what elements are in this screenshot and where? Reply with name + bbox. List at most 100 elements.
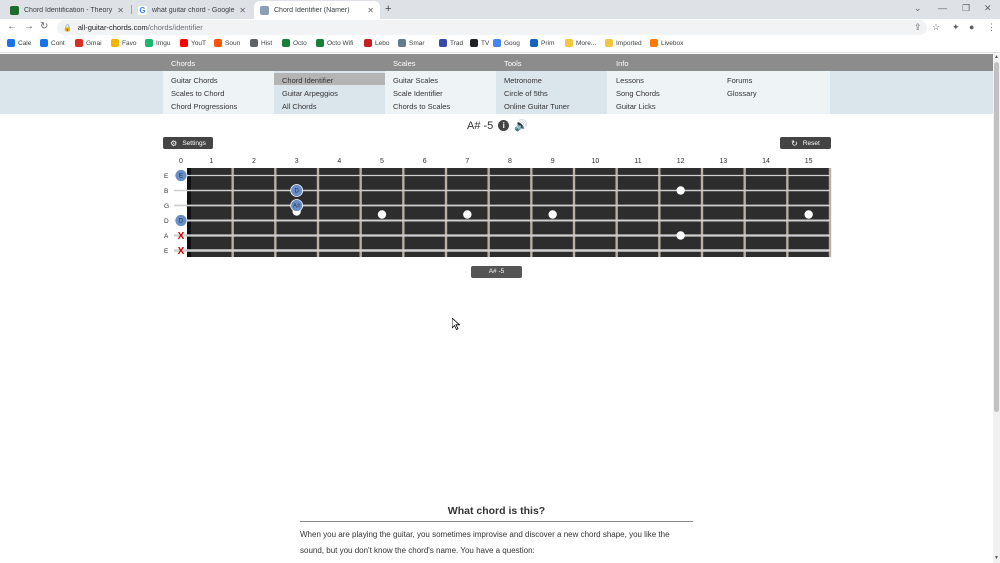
- browser-tab-2[interactable]: G what guitar chord - Google Search ✕: [132, 1, 252, 19]
- menu-icon[interactable]: ⋮: [987, 22, 996, 33]
- nav-link-scales-to-chord[interactable]: Scales to Chord: [171, 89, 224, 98]
- extensions-icon[interactable]: ✦: [952, 22, 960, 33]
- info-icon[interactable]: i: [498, 120, 510, 131]
- bookmark-item[interactable]: Livebox: [650, 39, 683, 47]
- bookmark-item[interactable]: YouT: [180, 39, 206, 47]
- lock-icon[interactable]: 🔒: [63, 24, 72, 32]
- fretboard[interactable]: 0 1 2 3 4 5 6 7 8 9 10 11 12 13 14 15EBGDAEXXEDA#D: [160, 152, 832, 260]
- nav-category-info[interactable]: Info: [616, 59, 629, 68]
- bookmark-item[interactable]: Favo: [111, 39, 136, 47]
- close-window-icon[interactable]: ✕: [984, 3, 992, 14]
- browser-tab-bar: Chord Identification - Theory and... ✕ G…: [0, 0, 1000, 19]
- tab-favicon: [260, 5, 269, 15]
- nav-link-chords-to-scales[interactable]: Chords to Scales: [393, 102, 450, 111]
- tab-title: Chord Identification - Theory and...: [24, 6, 113, 14]
- bookmark-item[interactable]: TV: [470, 39, 489, 47]
- string-name: E: [164, 248, 169, 255]
- bookmark-item[interactable]: Imgu: [145, 39, 170, 47]
- nav-link-metronome[interactable]: Metronome: [504, 76, 542, 85]
- nav-category-chords[interactable]: Chords: [171, 59, 195, 68]
- nav-category-tools[interactable]: Tools: [504, 59, 522, 68]
- url-bar[interactable]: 🔒 all-guitar-chords.com/chords/identifie…: [57, 20, 927, 35]
- settings-button[interactable]: ⚙ Settings: [163, 137, 213, 149]
- bookmark-item[interactable]: Cont: [40, 39, 65, 47]
- profile-icon[interactable]: ●: [969, 22, 974, 32]
- nav-link-guitar-licks[interactable]: Guitar Licks: [616, 102, 656, 111]
- scroll-thumb[interactable]: [994, 62, 999, 412]
- fret-wire: [786, 168, 789, 257]
- fret-number: 1: [209, 158, 213, 165]
- nav-link-chord-identifier[interactable]: Chord Identifier: [282, 76, 333, 85]
- fret-number: 0: [179, 158, 183, 165]
- forward-icon[interactable]: →: [24, 21, 34, 32]
- bookmark-icon: [111, 39, 119, 47]
- fret-number: 13: [719, 158, 727, 165]
- chord-title: A# -5 i 🔊: [467, 119, 528, 133]
- bookmark-item[interactable]: Trad: [439, 39, 463, 47]
- nav-link-all-chords[interactable]: All Chords: [282, 102, 317, 111]
- restore-icon[interactable]: ❐: [962, 3, 970, 14]
- bookmark-item[interactable]: Goog: [493, 39, 520, 47]
- bookmark-item[interactable]: Octo Wifi: [316, 39, 353, 47]
- chord-note-label: D: [179, 219, 184, 225]
- nav-link-song-chords[interactable]: Song Chords: [616, 89, 660, 98]
- nav-link-guitar-scales[interactable]: Guitar Scales: [393, 76, 438, 85]
- nav-category-scales[interactable]: Scales: [393, 59, 416, 68]
- bookmark-item[interactable]: Cale: [7, 39, 31, 47]
- fret-number: 12: [677, 158, 685, 165]
- bookmark-item[interactable]: Gmai: [75, 39, 102, 47]
- bookmark-item[interactable]: More...: [565, 39, 596, 47]
- string-name: B: [164, 188, 168, 195]
- string-name: D: [164, 218, 169, 225]
- bookmark-label: Prim: [541, 39, 555, 47]
- reset-label: Reset: [802, 139, 820, 147]
- new-tab-button[interactable]: +: [385, 3, 391, 15]
- bookmark-label: Hist: [261, 39, 273, 47]
- nav-link-guitar-chords[interactable]: Guitar Chords: [171, 76, 218, 85]
- url-host: all-guitar-chords.com: [77, 23, 148, 32]
- bookmark-item[interactable]: Imported: [605, 39, 642, 47]
- speaker-icon[interactable]: 🔊: [514, 119, 528, 132]
- nav-link-lessons[interactable]: Lessons: [616, 76, 644, 85]
- browser-tab-3-active[interactable]: Chord Identifier (Namer) ✕: [254, 1, 380, 19]
- fret-number: 7: [465, 158, 469, 165]
- nav-link-scale-identifier[interactable]: Scale Identifier: [393, 89, 443, 98]
- fret-number: 3: [295, 158, 299, 165]
- nav-link-chord-progressions[interactable]: Chord Progressions: [171, 102, 237, 111]
- article-paragraph: When you are playing the guitar, you som…: [300, 530, 670, 555]
- bookmark-star-icon[interactable]: ☆: [932, 22, 940, 33]
- fret-wire: [359, 168, 362, 257]
- nav-link-circle-of-5ths[interactable]: Circle of 5ths: [504, 89, 548, 98]
- scroll-down-arrow[interactable]: ▼: [993, 555, 1000, 563]
- reload-icon[interactable]: ↻: [40, 21, 48, 32]
- close-icon[interactable]: ✕: [117, 6, 124, 15]
- close-icon[interactable]: ✕: [367, 6, 374, 15]
- bookmark-item[interactable]: Lebo: [364, 39, 389, 47]
- nav-link-guitar-arpeggios[interactable]: Guitar Arpeggios: [282, 89, 338, 98]
- tab-favicon: [10, 5, 19, 15]
- minimize-icon[interactable]: —: [938, 3, 947, 13]
- bookmark-icon: [364, 39, 372, 47]
- bookmark-label: Smar: [409, 39, 425, 47]
- bookmark-item[interactable]: Prim: [530, 39, 554, 47]
- bookmark-icon: [250, 39, 258, 47]
- bookmark-item[interactable]: Octo: [282, 39, 307, 47]
- bookmark-item[interactable]: Hist: [250, 39, 272, 47]
- fret-wire: [658, 168, 661, 257]
- close-icon[interactable]: ✕: [239, 6, 246, 15]
- bookmark-label: YouT: [191, 39, 206, 47]
- fret-inlay-dot: [676, 186, 685, 195]
- share-icon[interactable]: ⇪: [914, 22, 922, 33]
- back-icon[interactable]: ←: [7, 21, 17, 32]
- nav-link-forums[interactable]: Forums: [727, 76, 752, 85]
- tab-search-icon[interactable]: ⌄: [914, 3, 922, 14]
- reset-button[interactable]: ↻ Reset: [780, 137, 831, 149]
- nav-link-glossary[interactable]: Glossary: [727, 89, 757, 98]
- page-scrollbar[interactable]: ▲ ▼: [993, 54, 1000, 563]
- nav-link-online-guitar-tuner[interactable]: Online Guitar Tuner: [504, 102, 569, 111]
- bookmark-item[interactable]: Smar: [398, 39, 425, 47]
- scroll-up-arrow[interactable]: ▲: [993, 54, 1000, 62]
- fret-number: 15: [805, 158, 813, 165]
- bookmark-item[interactable]: Soun: [214, 39, 240, 47]
- browser-tab-1[interactable]: Chord Identification - Theory and... ✕: [4, 1, 130, 19]
